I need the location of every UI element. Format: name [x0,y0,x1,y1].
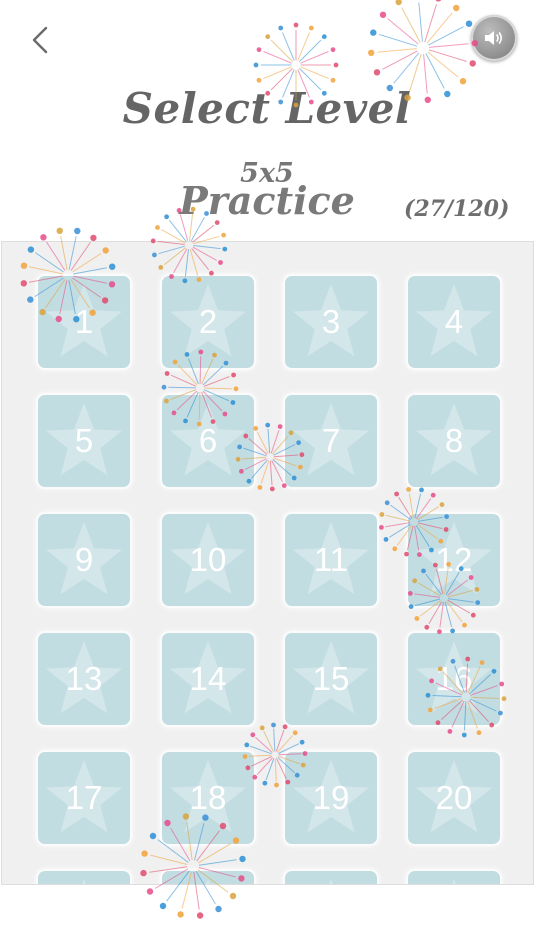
level-number: 2 [198,303,218,340]
level-number: 17 [65,779,103,816]
level-number: 7 [321,422,341,459]
progress-counter: (27/120) [404,196,510,222]
level-tile[interactable]: 17 [38,752,130,844]
level-tile[interactable]: 5 [38,395,130,487]
level-tile[interactable]: 6 [162,395,254,487]
level-tile[interactable]: 4 [408,276,500,368]
level-number: 1 [74,303,94,340]
level-number: 10 [189,541,227,578]
level-number: 16 [435,660,473,697]
level-number: 14 [189,660,227,697]
level-number: 24 [408,871,500,884]
level-tile[interactable]: 18 [162,752,254,844]
level-tile[interactable]: 16 [408,633,500,725]
level-tile[interactable]: 9 [38,514,130,606]
level-tile[interactable]: 3 [285,276,377,368]
level-number: 5 [74,422,94,459]
level-number: 8 [444,422,464,459]
level-number: 13 [65,660,103,697]
level-tile[interactable]: 2 [162,276,254,368]
sound-toggle-button[interactable] [471,15,517,61]
level-number: 19 [312,779,350,816]
level-grid: 123456789101112131415161718192021222324 [1,241,534,885]
level-tile[interactable]: 8 [408,395,500,487]
level-number: 20 [435,779,473,816]
level-number: 12 [435,541,473,578]
level-tile[interactable]: 1 [38,276,130,368]
level-tile[interactable]: 20 [408,752,500,844]
level-tile[interactable]: 23 [285,871,377,884]
level-tile[interactable]: 22 [162,871,254,884]
level-number: 9 [74,541,94,578]
level-number: 6 [198,422,218,459]
level-number: 11 [313,541,349,578]
level-tile[interactable]: 15 [285,633,377,725]
level-number: 3 [321,303,341,340]
back-button[interactable] [22,20,62,60]
level-tile[interactable]: 10 [162,514,254,606]
level-tile[interactable]: 12 [408,514,500,606]
chevron-left-icon [32,26,48,54]
level-number: 22 [162,871,254,884]
level-number: 4 [444,303,464,340]
level-number: 18 [189,779,227,816]
page-title: Select Level [122,84,412,133]
level-tile[interactable]: 13 [38,633,130,725]
level-tile[interactable]: 14 [162,633,254,725]
level-number: 15 [312,660,350,697]
speaker-icon [485,31,503,45]
level-tile[interactable]: 24 [408,871,500,884]
level-number: 21 [38,871,130,884]
level-number: 23 [285,871,377,884]
level-tile[interactable]: 7 [285,395,377,487]
level-tile[interactable]: 19 [285,752,377,844]
level-tile[interactable]: 11 [285,514,377,606]
level-tile[interactable]: 21 [38,871,130,884]
